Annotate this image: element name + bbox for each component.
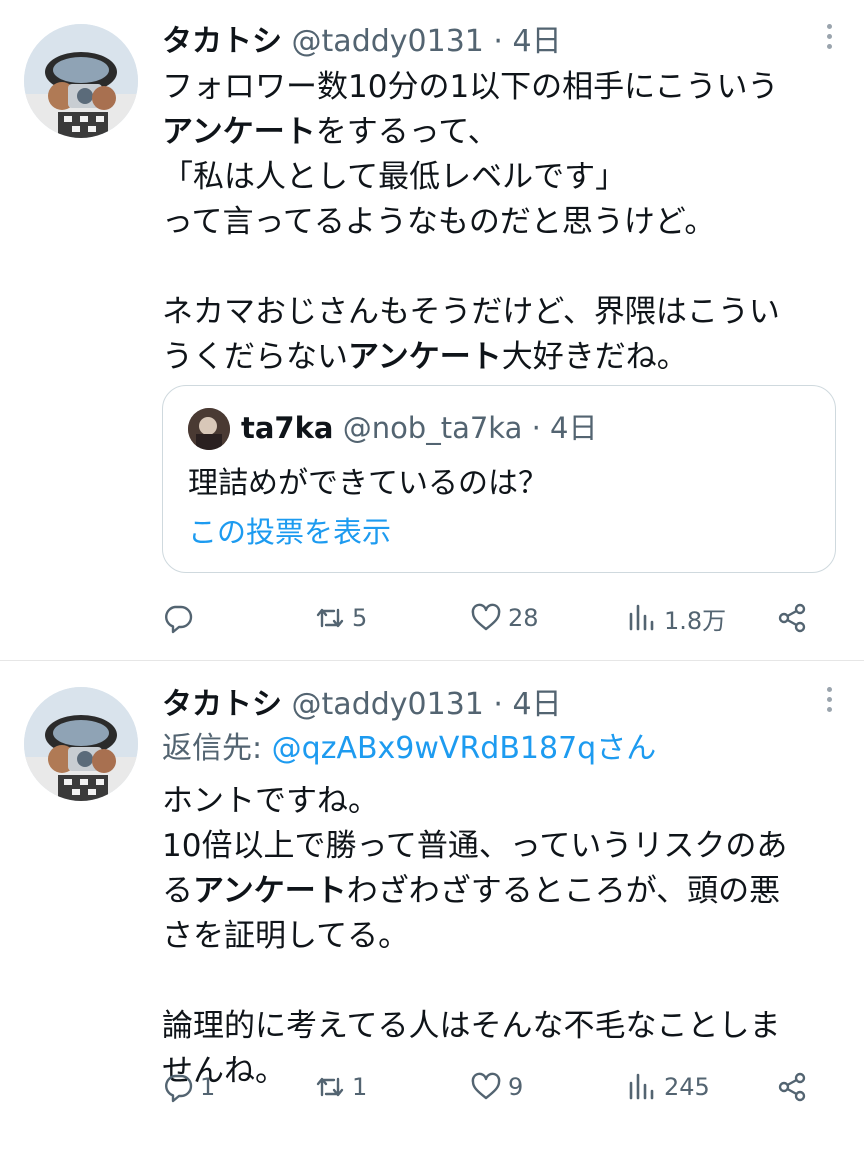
reply-to-label: 返信先: (162, 731, 272, 766)
quoted-author-name: ta7ka (241, 411, 334, 445)
highlighted-keyword: アンケート (348, 339, 502, 375)
more-icon[interactable] (824, 24, 834, 58)
quoted-header: ta7ka @nob_ta7ka · 4日 (241, 408, 597, 448)
separator-dot: · (522, 411, 551, 445)
quoted-tweet[interactable]: ta7ka @nob_ta7ka · 4日 理詰めができているのは？ この投票を… (162, 385, 836, 573)
like-icon (471, 603, 501, 631)
reply-icon (165, 1074, 193, 1103)
tweet-text: フォロワー数10分の1以下の相手にこういう アンケートをするって、 「私は人とし… (162, 65, 842, 380)
like-count: 28 (508, 604, 539, 632)
like-count: 9 (508, 1073, 524, 1101)
quoted-timestamp: 4日 (550, 411, 598, 445)
views-button[interactable]: 245 (626, 1067, 710, 1107)
reply-icon (165, 605, 193, 634)
tweet-text: ホントですね。 10倍以上で勝って普通、っていうリスクのあ るアンケートわざわざ… (162, 779, 842, 1094)
share-button[interactable] (776, 598, 808, 638)
tweet-header: タカトシ @taddy0131 · 4日 (162, 22, 562, 62)
highlighted-keyword: アンケート (162, 114, 316, 150)
like-button[interactable]: 9 (470, 1067, 523, 1107)
text-segment: フォロワー数10分の1以下の相手にこういう (162, 69, 779, 105)
share-icon (778, 1072, 806, 1102)
reply-button[interactable] (162, 598, 200, 638)
views-icon (629, 1073, 654, 1100)
reply-button[interactable]: 1 (162, 1067, 215, 1107)
retweet-count: 1 (352, 1073, 368, 1101)
retweet-count: 5 (352, 604, 368, 632)
separator-dot: · (483, 687, 513, 722)
more-icon[interactable] (824, 687, 834, 721)
view-count: 245 (664, 1073, 710, 1101)
author-handle[interactable]: @taddy0131 (292, 24, 484, 59)
retweet-icon (316, 1077, 344, 1097)
tweet[interactable]: タカトシ @taddy0131 · 4日 返信先: @qzABx9wVRdB18… (0, 661, 864, 1172)
reply-count: 1 (200, 1073, 216, 1101)
text-segment: をするって、 「私は人として最低レベルです」 って言ってるようなものだと思うけど… (162, 114, 780, 375)
show-poll-link[interactable]: この投票を表示 (188, 512, 391, 552)
views-button[interactable]: 1.8万 (626, 598, 726, 638)
reply-to-line: 返信先: @qzABx9wVRdB187qさん (162, 729, 656, 769)
author-name[interactable]: タカトシ (162, 687, 282, 722)
views-icon (629, 604, 654, 631)
reply-to-mention[interactable]: @qzABx9wVRdB187qさん (272, 731, 657, 766)
avatar[interactable] (24, 687, 138, 801)
like-icon (471, 1072, 501, 1100)
share-button[interactable] (776, 1067, 808, 1107)
text-segment: 大好きだね。 (501, 339, 688, 375)
highlighted-keyword: アンケート (193, 873, 347, 909)
tweet[interactable]: タカトシ @taddy0131 · 4日 フォロワー数10分の1以下の相手にこう… (0, 0, 864, 661)
avatar[interactable] (24, 24, 138, 138)
tweet-header: タカトシ @taddy0131 · 4日 (162, 685, 562, 725)
retweet-icon (316, 608, 344, 628)
separator-dot: · (483, 24, 513, 59)
retweet-button[interactable]: 1 (314, 1067, 367, 1107)
quoted-text: 理詰めができているのは？ (188, 466, 548, 501)
like-button[interactable]: 28 (470, 598, 539, 638)
timestamp[interactable]: 4日 (513, 24, 562, 59)
retweet-button[interactable]: 5 (314, 598, 367, 638)
share-icon (778, 603, 806, 633)
quoted-author-handle: @nob_ta7ka (342, 411, 523, 445)
author-handle[interactable]: @taddy0131 (292, 687, 484, 722)
timestamp[interactable]: 4日 (513, 687, 562, 722)
author-name[interactable]: タカトシ (162, 24, 282, 59)
view-count: 1.8万 (664, 606, 727, 635)
action-bar: 1 1 9 245 (162, 1067, 842, 1107)
action-bar: 5 28 1.8万 (162, 598, 842, 638)
quoted-avatar[interactable] (188, 408, 230, 450)
